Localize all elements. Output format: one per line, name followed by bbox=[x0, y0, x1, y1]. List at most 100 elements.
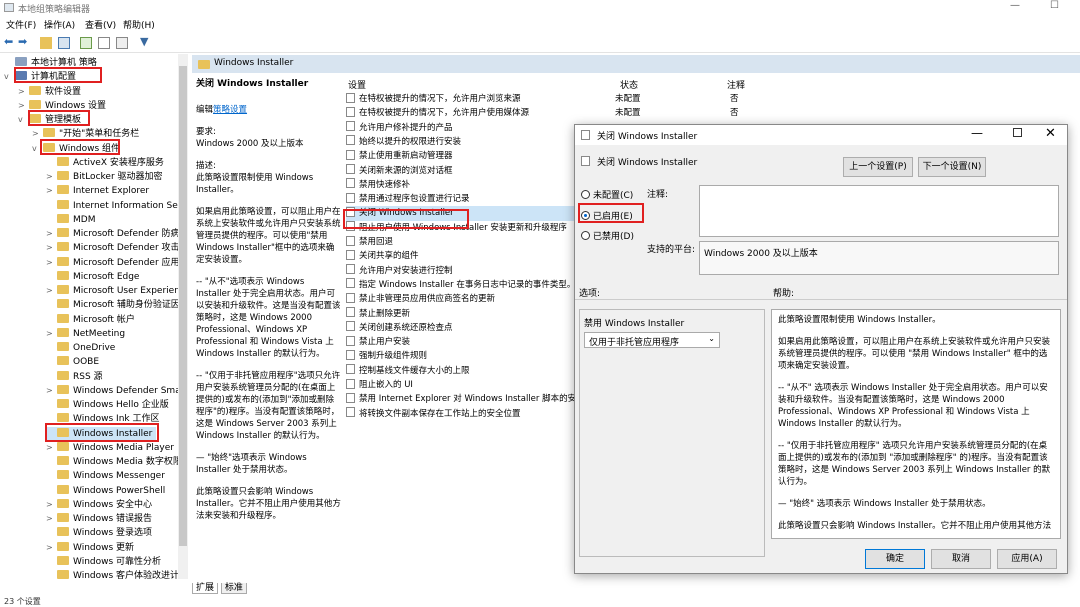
tree-item[interactable]: Microsoft Edge bbox=[46, 270, 139, 284]
tree-item[interactable]: RSS 源 bbox=[46, 370, 103, 384]
ok-button[interactable]: 确定 bbox=[865, 549, 925, 569]
comment-textbox[interactable] bbox=[699, 185, 1059, 237]
expand-toggle-icon[interactable]: > bbox=[46, 498, 54, 512]
setting-row[interactable]: 禁用回退 bbox=[346, 235, 576, 249]
setting-row[interactable]: 在特权被提升的情况下，允许用户使用媒体源 bbox=[346, 106, 576, 120]
tree-item[interactable]: Windows Hello 企业版 bbox=[46, 398, 169, 412]
disable-installer-select[interactable]: 仅用于非托管应用程序 ⌄ bbox=[584, 332, 720, 348]
tree-item[interactable]: > Windows 错误报告 bbox=[46, 512, 152, 526]
minimize-button[interactable]: — bbox=[1010, 0, 1020, 11]
expand-toggle-icon[interactable]: > bbox=[46, 184, 54, 198]
setting-row[interactable]: 关闭共享的组件 bbox=[346, 249, 576, 263]
tree-item[interactable]: > Microsoft Defender 攻击 bbox=[46, 241, 180, 255]
show-tree-icon[interactable] bbox=[58, 37, 70, 49]
setting-row[interactable]: 始终以提升的权限进行安装 bbox=[346, 135, 576, 149]
menu-help[interactable]: 帮助(H) bbox=[123, 18, 155, 31]
properties-icon[interactable] bbox=[116, 37, 128, 49]
expand-toggle-icon[interactable]: > bbox=[46, 227, 54, 241]
tree-item[interactable]: ActiveX 安装程序服务 bbox=[46, 156, 164, 170]
setting-row[interactable]: 禁止删除更新 bbox=[346, 307, 576, 321]
tab-extended[interactable]: 扩展 bbox=[192, 583, 219, 594]
dialog-minimize-button[interactable]: — bbox=[971, 126, 983, 140]
filter-icon[interactable]: ▼ bbox=[140, 35, 152, 48]
tree-item[interactable]: > Windows 更新 bbox=[46, 541, 134, 555]
tree-item[interactable]: OOBE bbox=[46, 355, 99, 369]
setting-row[interactable]: 禁止非管理员应用供应商签名的更新 bbox=[346, 292, 576, 306]
setting-row[interactable]: 将转换文件副本保存在工作站上的安全位置 bbox=[346, 407, 576, 421]
cancel-button[interactable]: 取消 bbox=[931, 549, 991, 569]
help-icon[interactable] bbox=[98, 37, 110, 49]
tree-item[interactable]: > Internet Explorer bbox=[46, 184, 149, 198]
setting-row[interactable]: 关闭新来源的浏览对话框 bbox=[346, 164, 576, 178]
apply-button[interactable]: 应用(A) bbox=[997, 549, 1057, 569]
setting-row[interactable]: 禁用 Internet Explorer 对 Windows Installer… bbox=[346, 392, 576, 406]
tree-item[interactable]: Internet Information Serv bbox=[46, 199, 187, 213]
expand-toggle-icon[interactable]: v bbox=[18, 113, 26, 127]
setting-row[interactable]: 禁止用户安装 bbox=[346, 335, 576, 349]
tree-item[interactable]: Windows Messenger bbox=[46, 469, 165, 483]
expand-toggle-icon[interactable]: > bbox=[18, 99, 26, 113]
expand-toggle-icon[interactable]: > bbox=[46, 256, 54, 270]
tree-item[interactable]: > NetMeeting bbox=[46, 327, 125, 341]
column-state[interactable]: 状态 bbox=[620, 78, 638, 91]
expand-toggle-icon[interactable]: > bbox=[46, 441, 54, 455]
setting-row[interactable]: 指定 Windows Installer 在事务日志中记录的事件类型。 bbox=[346, 278, 576, 292]
radio-not-configured-icon[interactable] bbox=[581, 190, 590, 199]
tree-item[interactable]: MDM bbox=[46, 213, 95, 227]
setting-row[interactable]: 阻止嵌入的 UI bbox=[346, 378, 576, 392]
radio-not-configured[interactable]: 未配置(C) bbox=[581, 188, 633, 201]
tree-item[interactable]: Windows Media 数字权限 bbox=[46, 455, 182, 469]
up-folder-icon[interactable] bbox=[40, 37, 52, 49]
maximize-button[interactable]: ☐ bbox=[1050, 0, 1059, 11]
edit-policy-link[interactable]: 策略设置 bbox=[213, 105, 247, 115]
tree-item[interactable]: > Windows 安全中心 bbox=[46, 498, 152, 512]
tree-item[interactable]: > Windows Defender Smar bbox=[46, 384, 184, 398]
setting-row[interactable]: 允许用户对安装进行控制 bbox=[346, 264, 576, 278]
menu-action[interactable]: 操作(A) bbox=[44, 18, 75, 31]
tree-item[interactable]: > Microsoft User Experienc bbox=[46, 284, 185, 298]
expand-toggle-icon[interactable]: v bbox=[4, 70, 12, 84]
tree-item[interactable]: Windows 登录选项 bbox=[46, 526, 152, 540]
expand-toggle-icon[interactable]: > bbox=[46, 384, 54, 398]
export-icon[interactable] bbox=[80, 37, 92, 49]
tree-item[interactable]: Microsoft 辅助身份验证因 bbox=[46, 298, 180, 312]
radio-disabled-icon[interactable] bbox=[581, 231, 590, 240]
tree-item[interactable]: Windows PowerShell bbox=[46, 484, 165, 498]
tree-item[interactable]: OneDrive bbox=[46, 341, 115, 355]
menu-view[interactable]: 查看(V) bbox=[85, 18, 116, 31]
expand-toggle-icon[interactable]: v bbox=[32, 142, 40, 156]
column-setting[interactable]: 设置 bbox=[348, 78, 366, 91]
dialog-maximize-button[interactable] bbox=[1013, 128, 1022, 137]
tree-item[interactable]: > BitLocker 驱动器加密 bbox=[46, 170, 163, 184]
setting-row[interactable]: 强制升级组件规则 bbox=[346, 349, 576, 363]
tree-item[interactable]: Windows 可靠性分析 bbox=[46, 555, 161, 569]
tree-item[interactable]: Windows 客户体验改进计 bbox=[46, 569, 179, 579]
setting-row[interactable]: 禁用快速修补 bbox=[346, 178, 576, 192]
tree-item[interactable]: > 软件设置 bbox=[18, 85, 81, 99]
dialog-close-icon[interactable]: ✕ bbox=[1045, 126, 1056, 141]
next-setting-button[interactable]: 下一个设置(N) bbox=[918, 157, 986, 177]
setting-row[interactable]: 关闭创建系统还原检查点 bbox=[346, 321, 576, 335]
setting-row[interactable]: 禁用通过程序包设置进行记录 bbox=[346, 192, 576, 206]
previous-setting-button[interactable]: 上一个设置(P) bbox=[843, 157, 913, 177]
tree-scroll-thumb[interactable] bbox=[179, 66, 187, 546]
expand-toggle-icon[interactable]: > bbox=[32, 127, 40, 141]
tree-item[interactable]: Microsoft 帐户 bbox=[46, 313, 135, 327]
setting-row[interactable]: 控制基线文件缓存大小的上限 bbox=[346, 364, 576, 378]
tree-item[interactable]: > Microsoft Defender 防病 bbox=[46, 227, 180, 241]
expand-toggle-icon[interactable]: > bbox=[46, 170, 54, 184]
forward-icon[interactable]: ➡ bbox=[18, 35, 30, 48]
expand-toggle-icon[interactable]: > bbox=[18, 85, 26, 99]
tree-item[interactable]: > Microsoft Defender 应用 bbox=[46, 256, 180, 270]
expand-toggle-icon[interactable]: > bbox=[46, 327, 54, 341]
setting-row[interactable]: 在特权被提升的情况下，允许用户浏览来源 bbox=[346, 92, 576, 106]
expand-toggle-icon[interactable]: > bbox=[46, 512, 54, 526]
back-icon[interactable]: ⬅ bbox=[4, 35, 16, 48]
radio-disabled[interactable]: 已禁用(D) bbox=[581, 229, 634, 242]
tab-standard[interactable]: 标准 bbox=[220, 583, 247, 594]
expand-toggle-icon[interactable]: > bbox=[46, 284, 54, 298]
column-comment[interactable]: 注释 bbox=[727, 78, 745, 91]
expand-toggle-icon[interactable]: > bbox=[46, 241, 54, 255]
menu-file[interactable]: 文件(F) bbox=[6, 18, 36, 31]
tree-item[interactable]: > Windows Media Player bbox=[46, 441, 174, 455]
